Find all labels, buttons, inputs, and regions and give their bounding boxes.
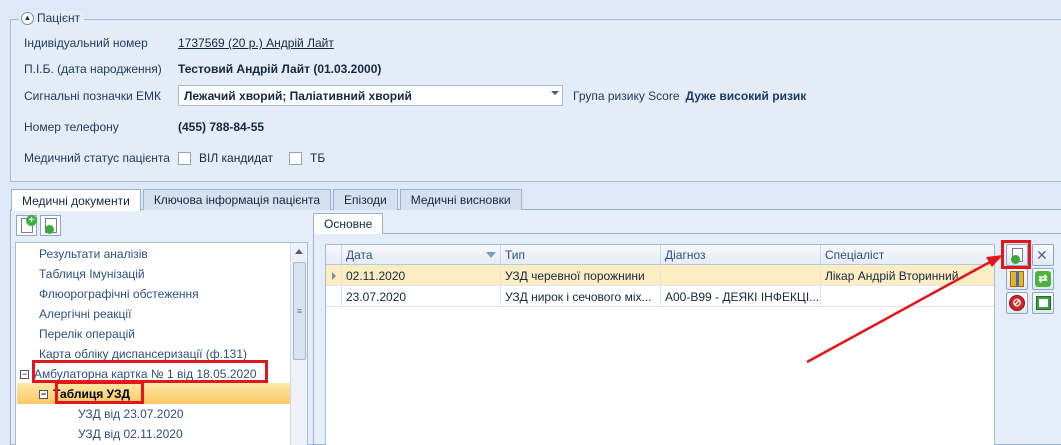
annotation-arrow-head <box>986 255 1003 267</box>
annotation-arrow <box>806 255 1003 364</box>
annotation-arrow-line <box>806 260 991 364</box>
